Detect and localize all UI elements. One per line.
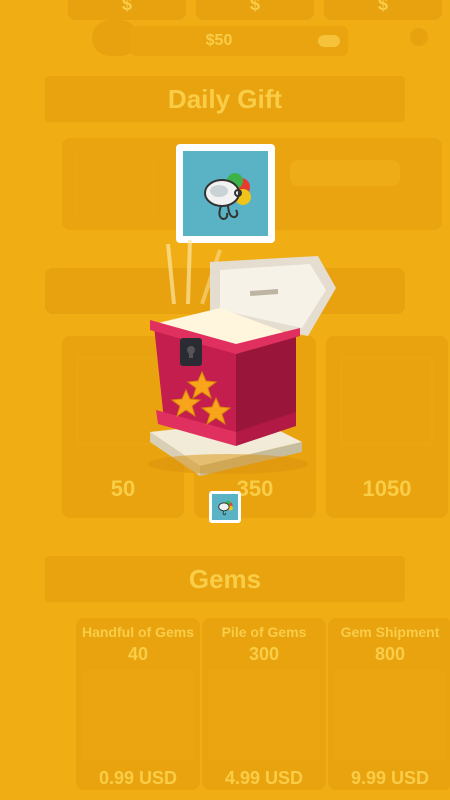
- gem-pack-image: [208, 670, 320, 760]
- toggle-icon: [318, 35, 340, 47]
- gem-pack-name: Gem Shipment: [340, 624, 440, 640]
- gem-pack-card-2[interactable]: Pile of Gems 300 4.99 USD: [202, 618, 326, 790]
- top-currency-card-1: $: [68, 0, 186, 20]
- gem-pack-price: 0.99 USD: [98, 768, 178, 788]
- daily-chest-icon: [74, 150, 154, 220]
- daily-gift-header: Daily Gift: [45, 76, 405, 122]
- daily-gift-timer: [290, 160, 400, 186]
- top-currency-label: $: [377, 0, 388, 14]
- treasure-chest-icon: [148, 256, 336, 476]
- gem-pack-name: Pile of Gems: [221, 624, 307, 640]
- gem-pack-image: [82, 670, 194, 760]
- offer-price: 1050: [362, 476, 412, 501]
- reward-item-card[interactable]: [176, 144, 275, 243]
- settings-icon: [410, 28, 428, 46]
- gems-header: Gems: [45, 556, 405, 602]
- money-bar: $50: [130, 26, 348, 56]
- reward-mini-card[interactable]: [209, 491, 241, 523]
- offer-card-large[interactable]: 1050: [326, 336, 448, 518]
- gem-pack-image: [334, 670, 446, 760]
- reward-item-background: [183, 151, 268, 236]
- money-amount: $50: [205, 32, 233, 49]
- gem-pack-amount: 800: [374, 644, 406, 664]
- fishing-lure-icon: [218, 500, 233, 516]
- gem-pack-card-1[interactable]: Handful of Gems 40 0.99 USD: [76, 618, 200, 790]
- daily-gift-title: Daily Gift: [167, 84, 283, 114]
- gem-pack-name: Handful of Gems: [81, 624, 194, 640]
- gem-pack-price: 4.99 USD: [224, 768, 304, 788]
- gem-pack-price: 9.99 USD: [350, 768, 430, 788]
- reward-mini-background: [212, 494, 238, 520]
- top-currency-label: $: [249, 0, 260, 14]
- top-currency-card-2: $: [196, 0, 314, 20]
- chest-icon: [340, 356, 434, 446]
- gem-pack-amount: 40: [127, 644, 149, 664]
- top-currency-card-3: $: [324, 0, 442, 20]
- gem-pack-card-3[interactable]: Gem Shipment 800 9.99 USD: [328, 618, 450, 790]
- top-currency-label: $: [121, 0, 132, 14]
- fishing-lure-icon: [204, 173, 251, 221]
- gem-pack-amount: 300: [248, 644, 280, 664]
- gems-title: Gems: [188, 564, 262, 594]
